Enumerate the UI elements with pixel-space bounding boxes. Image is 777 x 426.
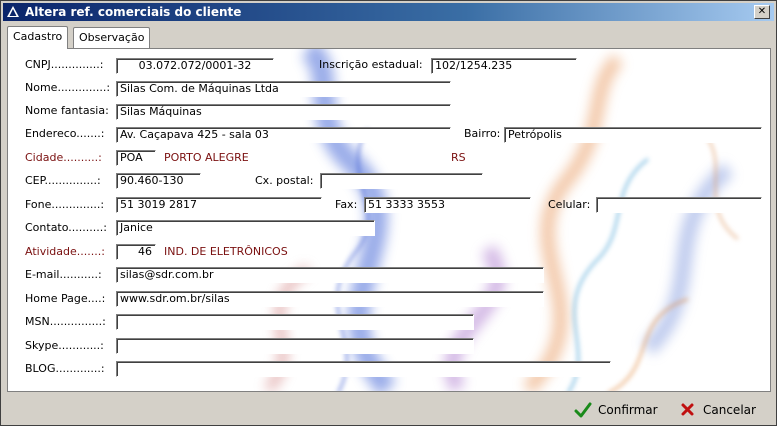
fax-label: Fax: [335,198,358,211]
celular-label: Celular: [548,198,591,211]
fax-field[interactable]: 51 3333 3553 [364,197,531,213]
close-button[interactable]: ✕ [754,5,770,19]
bairro-field[interactable]: Petrópolis [504,127,762,143]
cancel-label: Cancelar [703,403,756,417]
nome-label: Nome..............: [25,81,111,94]
skype-label: Skype............: [25,339,104,352]
nome-field[interactable]: Silas Com. de Máquinas Ltda [116,81,451,97]
fone-field[interactable]: 51 3019 2817 [116,197,322,213]
window-title: Altera ref. comerciais do cliente [25,5,242,19]
celular-field[interactable] [596,197,762,213]
bairro-label: Bairro: [464,127,501,140]
cnpj-label: CNPJ..............: [25,58,104,71]
fone-label: Fone..............: [25,198,105,211]
home-page-label: Home Page....: [25,292,106,305]
cep-field[interactable]: 90.460-130 [116,173,201,189]
blog-field[interactable] [116,361,611,377]
tab-observacao[interactable]: Observação [73,27,151,48]
msn-label: MSN...............: [25,315,106,328]
cidade-code-field[interactable]: POA [116,150,156,166]
inscricao-label: Inscrição estadual: [319,58,423,71]
dialog-window: Altera ref. comerciais do cliente ✕ Cada… [0,0,777,426]
inscricao-field[interactable]: 102/1254.235 [431,58,577,74]
atividade-code-field[interactable]: 46 [116,244,156,260]
contato-label: Contato..........: [25,221,107,234]
atividade-label: Atividade.......: [25,245,105,258]
cidade-name: PORTO ALEGRE [164,151,249,164]
cx-postal-label: Cx. postal: [255,174,314,187]
nome-fantasia-label: Nome fantasia: [25,104,109,117]
email-label: E-mail...........: [25,268,102,281]
checkmark-icon [574,401,592,419]
cnpj-field[interactable]: 03.072.072/0001-32 [116,58,274,74]
cep-label: CEP...............: [25,174,101,187]
cidade-uf: RS [451,151,466,164]
cidade-label: Cidade..........: [25,151,102,164]
home-page-field[interactable]: www.sdr.om.br/silas [116,291,544,307]
confirm-label: Confirmar [598,403,658,417]
tab-cadastro[interactable]: Cadastro [7,26,69,49]
skype-field[interactable] [116,338,474,354]
title-bar[interactable]: Altera ref. comerciais do cliente ✕ [3,3,774,21]
x-icon [679,401,697,419]
cancel-button[interactable]: Cancelar [679,401,756,419]
blog-label: BLOG.............: [25,362,105,375]
cx-postal-field[interactable] [320,173,483,189]
endereco-label: Endereco.......: [25,127,105,140]
app-icon [6,5,20,19]
confirm-button[interactable]: Confirmar [574,401,658,419]
msn-field[interactable] [116,314,474,330]
atividade-name: IND. DE ELETRÔNICOS [164,245,288,258]
close-icon: ✕ [757,6,767,17]
endereco-field[interactable]: Av. Caçapava 425 - sala 03 [116,127,451,143]
contato-field[interactable]: Janice [116,220,375,236]
email-field[interactable]: silas@sdr.com.br [116,267,544,283]
form-panel: CNPJ..............: 03.072.072/0001-32 I… [7,48,771,392]
nome-fantasia-field[interactable]: Silas Máquinas [116,104,451,120]
